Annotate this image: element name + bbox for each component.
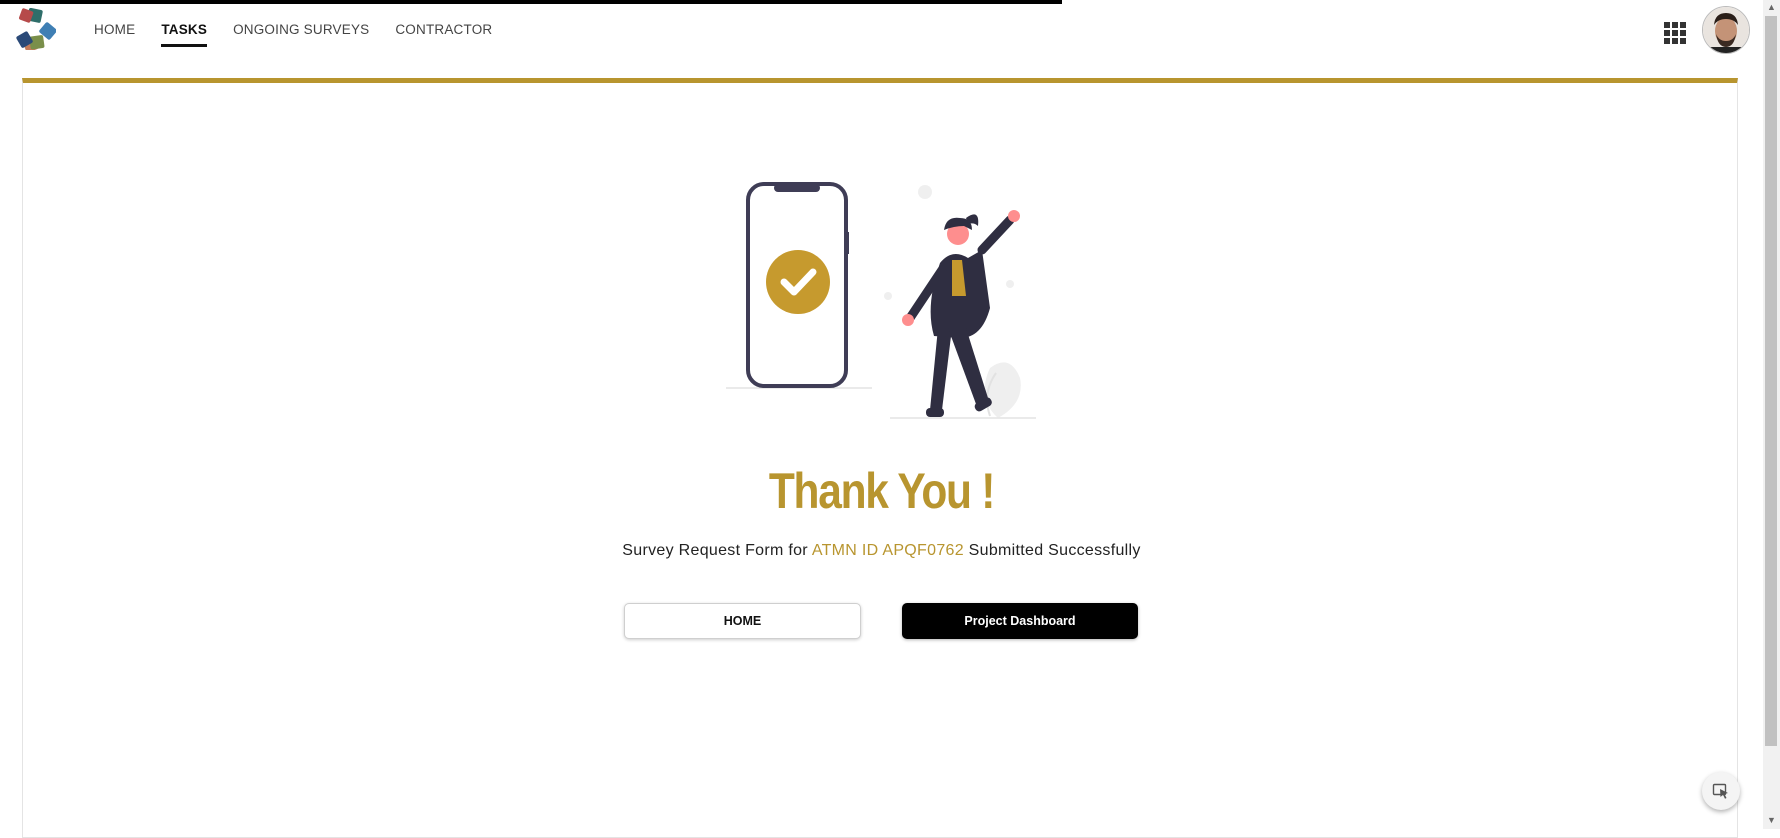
vertical-scrollbar[interactable]: ▲ ▼ <box>1763 0 1780 829</box>
project-dashboard-button[interactable]: Project Dashboard <box>902 603 1138 639</box>
main-nav: HOME TASKS ONGOING SURVEYS CONTRACTOR <box>94 0 518 60</box>
user-avatar[interactable] <box>1702 6 1750 54</box>
scroll-down-arrow-icon[interactable]: ▼ <box>1763 815 1780 827</box>
atmn-id: ATMN ID APQF0762 <box>811 542 964 559</box>
scroll-up-arrow-icon[interactable]: ▲ <box>1763 2 1780 14</box>
app-logo[interactable] <box>12 7 57 53</box>
feedback-fab-button[interactable] <box>1702 772 1740 810</box>
apps-grid-icon[interactable] <box>1663 21 1687 45</box>
cursor-select-icon <box>1712 783 1728 799</box>
nav-home[interactable]: HOME <box>94 0 135 44</box>
message-prefix: Survey Request Form for <box>622 542 808 559</box>
nav-ongoing-surveys[interactable]: ONGOING SURVEYS <box>233 0 369 44</box>
submission-message: Survey Request Form for ATMN ID APQF0762… <box>0 542 1763 560</box>
scroll-thumb[interactable] <box>1765 16 1777 746</box>
thank-you-title: Thank You ! <box>768 463 996 519</box>
nav-tasks[interactable]: TASKS <box>161 0 208 47</box>
nav-contractor[interactable]: CONTRACTOR <box>395 0 492 44</box>
home-button[interactable]: HOME <box>624 603 861 639</box>
success-illustration <box>720 178 1040 423</box>
message-suffix: Submitted Successfully <box>968 542 1141 559</box>
